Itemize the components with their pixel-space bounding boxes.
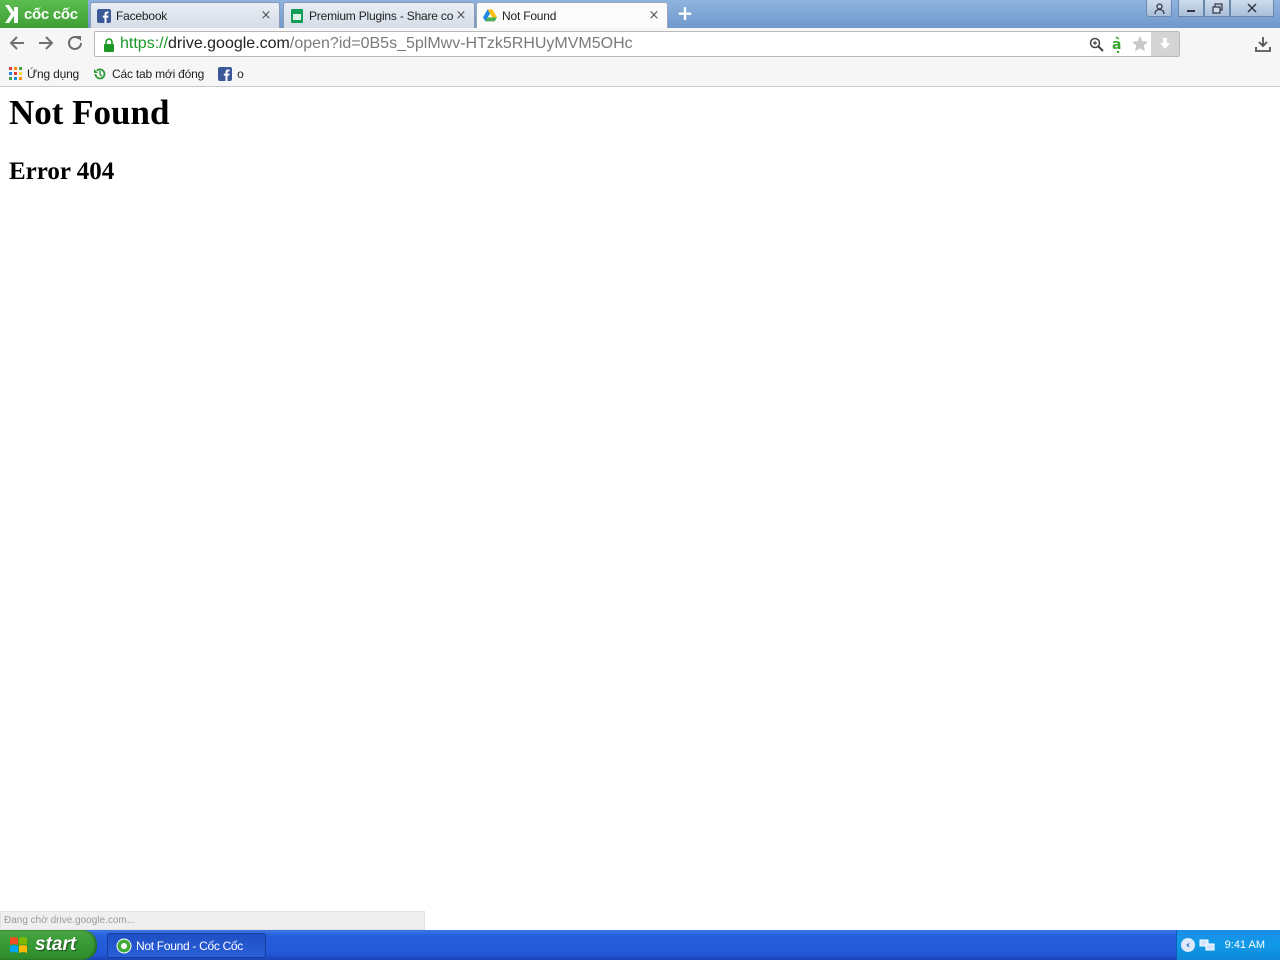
bookmark-label: Các tab mới đóng bbox=[112, 66, 205, 81]
url-text[interactable]: https://drive.google.com/open?id=0B5s_5p… bbox=[120, 35, 633, 53]
back-arrow-icon[interactable] bbox=[6, 34, 28, 56]
close-icon[interactable] bbox=[1230, 0, 1274, 17]
bookmark-label: Ứng dụng bbox=[27, 66, 80, 81]
minimize-icon[interactable] bbox=[1178, 0, 1204, 17]
page-content: Not Found Error 404 bbox=[0, 87, 1280, 930]
task-label: Not Found - Cốc Cốc bbox=[136, 938, 244, 953]
tab-not-found[interactable]: Not Found × bbox=[476, 2, 668, 28]
start-label: start bbox=[35, 934, 77, 955]
google-drive-icon bbox=[483, 9, 497, 23]
url-host: drive.google.com bbox=[168, 35, 290, 52]
tab-facebook[interactable]: Facebook × bbox=[90, 2, 280, 28]
forward-arrow-icon[interactable] bbox=[35, 34, 57, 56]
clock: 9:41 AM bbox=[1224, 939, 1265, 951]
url-path: /open?id=0B5s_5plMwv-HTzk5RHUyMVM5OHc bbox=[289, 35, 633, 52]
url-scheme: https:// bbox=[120, 35, 169, 52]
windows-logo-icon bbox=[8, 934, 30, 956]
browser-toolbar: https://drive.google.com/open?id=0B5s_5p… bbox=[0, 28, 1280, 61]
address-bar-actions: a bbox=[1085, 32, 1179, 56]
coccoc-logo-icon bbox=[0, 0, 24, 28]
tab-premium-plugins[interactable]: Premium Plugins - Share config × bbox=[283, 2, 475, 28]
tab-close-icon[interactable]: × bbox=[259, 8, 273, 23]
apps-grid-icon bbox=[8, 67, 22, 81]
address-bar[interactable]: https://drive.google.com/open?id=0B5s_5p… bbox=[94, 31, 1180, 57]
bookmark-apps[interactable]: Ứng dụng bbox=[8, 67, 79, 81]
status-bubble: Đang chờ drive.google.com... bbox=[0, 911, 425, 930]
tab-title: Not Found bbox=[502, 8, 557, 23]
bookmark-recent-tabs[interactable]: Các tab mới đóng bbox=[93, 67, 204, 81]
bookmark-facebook[interactable]: o bbox=[218, 66, 244, 81]
user-icon[interactable] bbox=[1146, 0, 1172, 17]
brand-name: cốc cốc bbox=[24, 5, 78, 23]
svg-text:a: a bbox=[1112, 37, 1121, 53]
taskbar-item-coccoc[interactable]: Not Found - Cốc Cốc bbox=[107, 933, 266, 958]
page-title: Not Found bbox=[9, 93, 170, 132]
facebook-icon bbox=[218, 66, 233, 81]
system-tray: ‹ 9:41 AM bbox=[1176, 930, 1280, 960]
tab-close-icon[interactable]: × bbox=[647, 8, 661, 23]
windows-taskbar: start Not Found - Cốc Cốc ‹ 9:41 AM bbox=[0, 930, 1280, 960]
tab-title: Facebook bbox=[116, 8, 168, 23]
window-controls bbox=[1146, 0, 1274, 18]
new-tab-button[interactable]: + bbox=[676, 3, 694, 23]
start-button[interactable]: start bbox=[0, 930, 97, 960]
tab-close-icon[interactable]: × bbox=[454, 8, 468, 23]
tab-strip: cốc cốc Facebook × Premium Plugins - Sha… bbox=[0, 0, 1280, 28]
vietnamese-input-icon[interactable]: a bbox=[1107, 32, 1129, 56]
network-icon[interactable] bbox=[1199, 937, 1215, 953]
reload-icon[interactable] bbox=[64, 34, 86, 56]
sheets-icon bbox=[290, 8, 304, 23]
bookmarks-bar: Ứng dụng Các tab mới đóng o bbox=[0, 61, 1280, 87]
bookmark-star-icon[interactable] bbox=[1129, 32, 1151, 56]
recent-tabs-icon bbox=[93, 67, 107, 81]
facebook-icon bbox=[97, 8, 111, 23]
coccoc-app-icon bbox=[116, 938, 132, 954]
chevron-left-icon[interactable]: ‹ bbox=[1181, 938, 1195, 952]
coccoc-brand-button[interactable]: cốc cốc bbox=[0, 0, 88, 28]
bookmark-label: o bbox=[237, 66, 244, 81]
restore-icon[interactable] bbox=[1204, 0, 1230, 17]
save-download-icon[interactable] bbox=[1151, 32, 1179, 56]
downloads-icon[interactable] bbox=[1252, 33, 1274, 55]
tab-title: Premium Plugins - Share config bbox=[309, 8, 454, 23]
error-code: Error 404 bbox=[9, 158, 115, 185]
lock-icon[interactable] bbox=[103, 37, 115, 52]
zoom-icon[interactable] bbox=[1085, 32, 1107, 56]
